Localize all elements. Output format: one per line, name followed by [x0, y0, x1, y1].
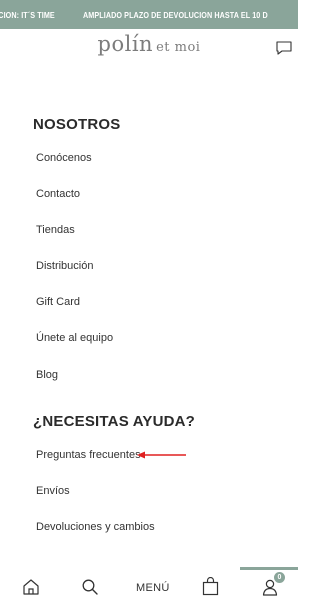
menu-link-contacto[interactable]: Contacto: [36, 188, 80, 200]
menu-link-preguntas-frecuentes[interactable]: Preguntas frecuentes: [36, 449, 141, 461]
logo-sub-text: et moi: [156, 40, 201, 55]
section-title-ayuda: ¿NECESITAS AYUDA?: [33, 413, 196, 430]
promo-message: AMPLIADO PLAZO DE DEVOLUCION HASTA EL 10…: [82, 9, 268, 20]
menu-link-conocenos[interactable]: Conócenos: [36, 152, 92, 164]
annotation-arrow-icon: [137, 451, 186, 459]
search-icon[interactable]: [81, 578, 99, 596]
menu-link-envios[interactable]: Envíos: [36, 485, 70, 497]
menu-link-tiendas[interactable]: Tiendas: [36, 224, 75, 236]
bottom-nav-active-indicator: [240, 567, 298, 570]
menu-link-unete[interactable]: Únete al equipo: [36, 332, 113, 344]
menu-link-devoluciones[interactable]: Devoluciones y cambios: [36, 521, 155, 533]
menu-link-distribucion[interactable]: Distribución: [36, 260, 93, 272]
promo-message: CCION: IT´S TIME: [0, 9, 55, 20]
home-icon[interactable]: [22, 578, 40, 596]
menu-button[interactable]: MENÚ: [136, 582, 170, 594]
menu-link-blog[interactable]: Blog: [36, 369, 58, 381]
section-title-nosotros: NOSOTROS: [33, 116, 121, 133]
cart-count-badge: 0: [274, 572, 285, 583]
menu-link-gift-card[interactable]: Gift Card: [36, 296, 80, 308]
shopping-bag-icon[interactable]: [202, 577, 219, 596]
promo-bar: CCION: IT´S TIME AMPLIADO PLAZO DE DEVOL…: [0, 0, 298, 29]
chat-icon[interactable]: [275, 39, 293, 57]
logo-main-text: polín: [97, 32, 154, 56]
brand-logo[interactable]: polín et moi: [0, 32, 298, 56]
